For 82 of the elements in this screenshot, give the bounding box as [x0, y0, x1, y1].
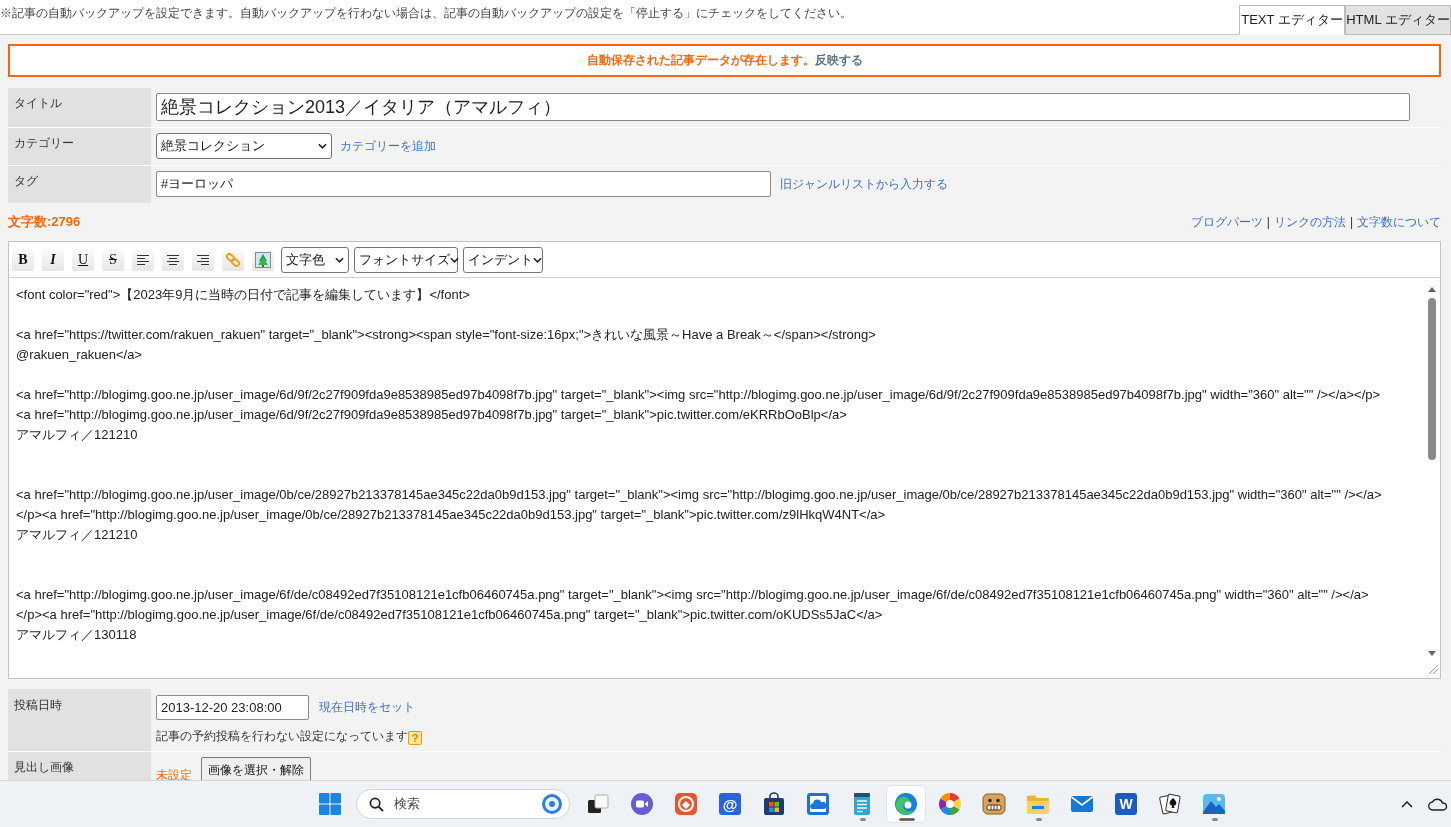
editor-tab[interactable]: HTML エディター [1345, 5, 1451, 35]
character-count: 文字数:2796 [8, 213, 81, 231]
align-right-icon [197, 254, 209, 265]
chevron-down-icon [318, 143, 327, 149]
editor-tab[interactable]: TEXT エディター [1239, 5, 1345, 35]
field-label: 投稿日時 [8, 689, 151, 751]
align-center-icon [167, 254, 179, 265]
link-separator: | [1266, 215, 1270, 229]
source-line: アマルフィ／130118 [16, 626, 137, 644]
format-button[interactable]: U [72, 248, 94, 271]
apply-link[interactable]: 反映する [814, 52, 863, 69]
source-line: <a href="http://blogimg.goo.ne.jp/user_image/6d/9f/2c27f909fda9e8538985ed97b4098f7b.jpg" target="_blank">pic.twitter.com/eKRRbOoBlp</a> [16, 406, 847, 424]
toolbar-select[interactable]: インデント [463, 246, 543, 273]
schedule-note: 記事の予約投稿を行わない設定になっています [156, 728, 408, 745]
taskbar-app-button[interactable]: W [1106, 785, 1146, 823]
chevron-down-icon [335, 256, 344, 263]
swirl-icon [894, 792, 918, 816]
title-input[interactable]: 絶景コレクション2013／イタリア（アマルフィ） [156, 93, 1410, 121]
overlapping-squares-icon [586, 792, 610, 816]
source-line: <a href="https://twitter.com/rakuen_rakuen" target="_blank"><strong><span style="font-size:16px;">きれいな風景～Have a Break～</span></strong> [16, 326, 876, 344]
triangle-up-icon[interactable] [1428, 287, 1436, 292]
source-line: アマルフィ／121210 [16, 526, 138, 544]
cloud-icon [806, 792, 830, 816]
source-line: <font color="red">【2023年9月に当時の日付で記事を編集しています】</font> [16, 286, 470, 304]
picture-icon [255, 251, 271, 268]
source-line: <a href="http://blogimg.goo.ne.jp/user_image/6d/9f/2c27f909fda9e8538985ed97b4098f7b.jpg" target="_blank"><img src="http://blogimg.goo.ne.jp/user_image/6d/9f/2c27f909fda9e8538985ed97b4098f7b.jpg" width="360" alt="" /></a></p> [16, 386, 1381, 404]
add-category-link[interactable]: カテゴリーを追加 [340, 137, 436, 155]
tag-input[interactable]: #ヨーロッパ [156, 171, 771, 197]
field-label: タグ [8, 166, 151, 203]
chevron-down-icon [533, 256, 542, 263]
link-separator: | [1349, 215, 1353, 229]
scrollbar-thumb[interactable] [1428, 298, 1436, 460]
aperture-icon [938, 792, 962, 816]
smiley-icon [982, 792, 1006, 816]
video-camera-icon [630, 792, 654, 816]
playing-cards-icon [1158, 792, 1182, 816]
help-link[interactable]: ブログパーツ [1190, 213, 1263, 231]
source-line: </p><a href="http://blogimg.goo.ne.jp/user_image/6f/de/c08492ed7f35108121e1cfb06460745a.png" target="_blank">pic.twitter.com/oKUDSs5JaC</a> [16, 606, 883, 624]
cloud-outline-icon[interactable] [1428, 797, 1448, 811]
circle-tile-icon [674, 792, 698, 816]
backup-notice: ※記事の自動バックアップを設定できます。自動バックアップを行わない場合は、記事の自動バックアップの設定を「停止する」にチェックをしてください。 [0, 5, 852, 22]
field-label: カテゴリー [8, 128, 151, 165]
align-right-button[interactable] [192, 248, 214, 271]
landscape-icon [1202, 792, 1226, 816]
set-now-link[interactable]: 現在日時をセット [319, 699, 415, 716]
source-line: </p><a href="http://blogimg.goo.ne.jp/user_image/0b/ce/28927b213378145ae345c22da0b9d153.jpg" target="_blank">pic.twitter.com/z9lHkqW4NT</a> [16, 506, 886, 524]
chevron-up-icon[interactable] [1401, 800, 1413, 808]
triangle-down-icon[interactable] [1428, 651, 1436, 656]
field-label: タイトル [8, 88, 151, 127]
image-status: 未設定 [156, 766, 192, 780]
resize-grip-icon[interactable] [1428, 664, 1438, 674]
source-line: アマルフィ／121210 [16, 426, 138, 444]
format-button[interactable]: I [42, 248, 64, 271]
source-line: <a href="http://blogimg.goo.ne.jp/user_image/6f/de/c08492ed7f35108121e1cfb06460745a.png" target="_blank"><img src="http://blogimg.goo.ne.jp/user_image/6f/de/c08492ed7f35108121e1cfb06460745a.png" width="360" alt="" /></a> [16, 586, 1369, 604]
select-image-button[interactable]: 画像を選択・解除 [201, 757, 311, 780]
help-link[interactable]: 文字数について [1357, 213, 1441, 231]
letter-tile-icon: W [1115, 793, 1137, 815]
search-icon [369, 796, 384, 812]
chain-link-icon [225, 251, 241, 268]
source-line: @rakuen_rakuen</a> [16, 346, 142, 364]
toolbar-select[interactable]: 文字色 [281, 246, 349, 273]
align-left-button[interactable] [132, 248, 154, 271]
help-link[interactable]: リンクの方法 [1273, 213, 1346, 231]
autosave-message: 自動保存された記事データが存在します。 [586, 52, 815, 69]
field-label: 見出し画像 [8, 752, 151, 780]
source-line: <a href="http://blogimg.goo.ne.jp/user_image/0b/ce/28927b213378145ae345c22da0b9d153.jpg" target="_blank"><img src="http://blogimg.goo.ne.jp/user_image/0b/ce/28927b213378145ae345c22da0b9d153.jpg" width="360" alt="" /></a> [16, 486, 1382, 504]
align-left-icon [137, 254, 149, 265]
shopping-bag-icon [762, 792, 786, 816]
align-center-button[interactable] [162, 248, 184, 271]
format-button[interactable]: S [102, 248, 124, 271]
ring-icon [541, 793, 563, 815]
post-date-input[interactable]: 2013-12-20 23:08:00 [156, 695, 309, 720]
genre-list-link[interactable]: 旧ジャンルリストから入力する [780, 175, 948, 193]
toolbar-select[interactable]: フォントサイズ [354, 246, 458, 273]
search-field[interactable]: 検索 [356, 789, 570, 819]
taskbar-app-button[interactable]: @ [710, 785, 750, 823]
four-squares-icon [318, 792, 342, 816]
category-select[interactable]: 絶景コレクション [156, 133, 332, 159]
at-sign-icon: @ [719, 793, 741, 815]
format-button[interactable]: B [12, 248, 34, 271]
insert-image-button[interactable] [252, 248, 274, 271]
chevron-down-icon [450, 256, 459, 263]
